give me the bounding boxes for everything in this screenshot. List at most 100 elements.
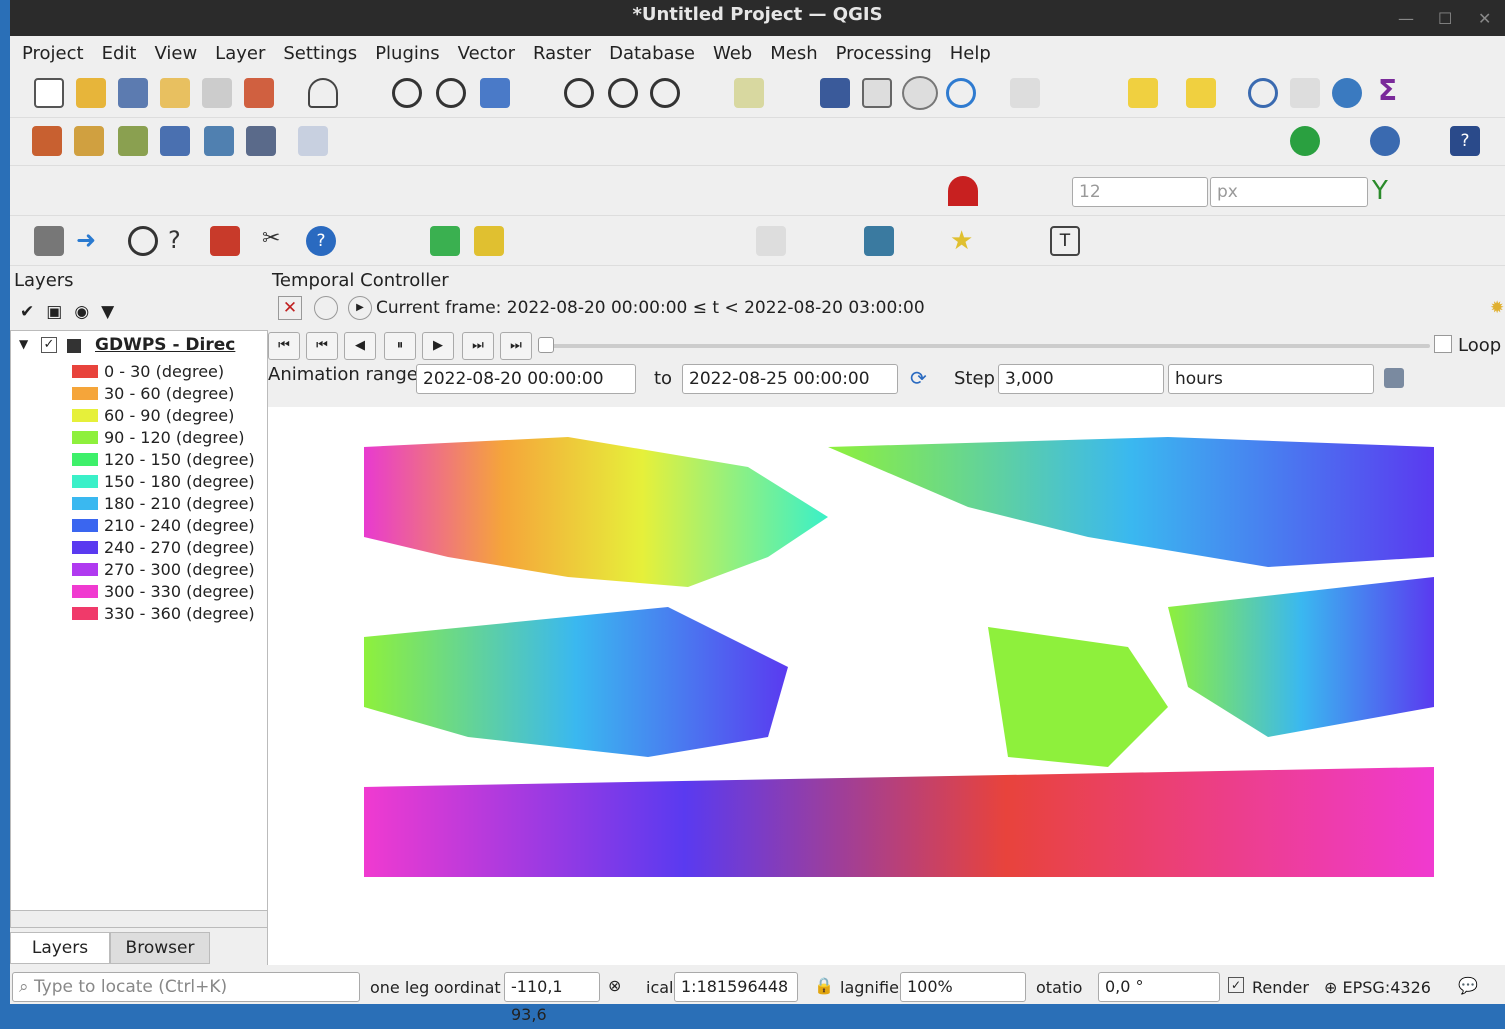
layer-visibility-checkbox[interactable]: ✓ bbox=[41, 337, 57, 353]
disable-temporal-icon[interactable]: ✕ bbox=[278, 296, 302, 320]
text-annotation-icon[interactable]: T bbox=[1050, 226, 1080, 256]
menu-raster[interactable]: Raster bbox=[533, 43, 591, 64]
menu-database[interactable]: Database bbox=[609, 43, 695, 64]
style-layer-icon[interactable]: ✔ bbox=[20, 302, 34, 328]
frame-slider-handle[interactable] bbox=[538, 337, 554, 353]
python-console-icon[interactable] bbox=[1370, 126, 1400, 156]
menu-vector[interactable]: Vector bbox=[458, 43, 515, 64]
settings-gear-icon[interactable]: ✹ bbox=[1490, 298, 1504, 318]
toggle-legend-label[interactable]: one leg bbox=[370, 978, 429, 997]
messages-icon[interactable]: 💬 bbox=[1458, 976, 1478, 995]
save-project-icon[interactable] bbox=[118, 78, 148, 108]
data-source-manager-icon[interactable] bbox=[32, 126, 62, 156]
statistics-sigma-icon[interactable]: Σ bbox=[1378, 74, 1408, 107]
menu-project[interactable]: Project bbox=[22, 43, 84, 64]
layers-horizontal-scrollbar[interactable] bbox=[10, 910, 268, 928]
help-icon[interactable]: ? bbox=[1450, 126, 1480, 156]
visibility-icon[interactable]: ◉ bbox=[74, 302, 89, 328]
export-pdf-icon[interactable] bbox=[210, 226, 240, 256]
play-forward-button[interactable]: ▶ bbox=[422, 332, 454, 360]
show-bookmarks-icon[interactable] bbox=[862, 78, 892, 108]
zoom-layer-icon[interactable] bbox=[564, 78, 594, 108]
lock-scale-icon[interactable]: 🔒 bbox=[814, 976, 834, 995]
minimize-icon[interactable]: — bbox=[1398, 4, 1414, 34]
set-range-refresh-icon[interactable]: ⟳ bbox=[910, 366, 927, 390]
zoom-last-icon[interactable] bbox=[650, 78, 680, 108]
rewind-to-start-button[interactable]: ⏮ bbox=[268, 332, 300, 360]
locator-search-input[interactable]: ⌕ Type to locate (Ctrl+K) bbox=[12, 972, 360, 1002]
crs-button[interactable]: ⊕ EPSG:4326 bbox=[1324, 978, 1431, 997]
new-mesh-layer-icon[interactable] bbox=[246, 126, 276, 156]
loop-checkbox[interactable] bbox=[1434, 335, 1452, 353]
search-icon[interactable] bbox=[128, 226, 158, 256]
next-frame-button[interactable]: ⏭ bbox=[462, 332, 494, 360]
pause-button[interactable]: ⏸ bbox=[384, 332, 416, 360]
whats-this-icon[interactable]: ? bbox=[168, 226, 198, 256]
step-unit-select[interactable]: hours bbox=[1168, 364, 1374, 394]
deselect-icon[interactable] bbox=[1186, 78, 1216, 108]
menu-settings[interactable]: Settings bbox=[283, 43, 357, 64]
new-virtual-layer-icon[interactable] bbox=[204, 126, 234, 156]
menu-mesh[interactable]: Mesh bbox=[770, 43, 817, 64]
coordinate-field[interactable]: -110,1 93,6 bbox=[504, 972, 600, 1024]
coordinate-extent-toggle-icon[interactable]: ⊗ bbox=[608, 976, 621, 995]
processing-toolbox-icon[interactable] bbox=[1332, 78, 1362, 108]
new-geopackage-icon[interactable] bbox=[74, 126, 104, 156]
snapping-magnet-icon[interactable] bbox=[948, 176, 978, 206]
play-backward-button[interactable]: ◀ bbox=[344, 332, 376, 360]
zoom-to-selection-icon[interactable] bbox=[430, 226, 460, 256]
scale-field[interactable]: 1:181596448 bbox=[674, 972, 798, 1002]
pan-icon[interactable] bbox=[308, 78, 338, 108]
open-project-icon[interactable] bbox=[76, 78, 106, 108]
step-value-input[interactable]: 3,000 bbox=[998, 364, 1164, 394]
menu-help[interactable]: Help bbox=[950, 43, 991, 64]
zoom-full-icon[interactable] bbox=[480, 78, 510, 108]
maximize-icon[interactable]: ☐ bbox=[1438, 4, 1452, 34]
label-tool-icon[interactable] bbox=[756, 226, 786, 256]
zoom-out-icon[interactable] bbox=[436, 78, 466, 108]
menu-processing[interactable]: Processing bbox=[836, 43, 932, 64]
menu-layer[interactable]: Layer bbox=[215, 43, 265, 64]
zoom-in-icon[interactable] bbox=[392, 78, 422, 108]
layout-manager-icon[interactable] bbox=[202, 78, 232, 108]
arrow-right-icon[interactable]: ➜ bbox=[76, 226, 106, 256]
animated-mode-icon[interactable]: ▶ bbox=[348, 296, 372, 320]
map-canvas[interactable] bbox=[267, 407, 1505, 965]
help-contents-icon[interactable]: ? bbox=[306, 226, 336, 256]
previous-frame-button[interactable]: ⏮ bbox=[306, 332, 338, 360]
close-icon[interactable]: ✕ bbox=[1478, 4, 1491, 34]
new-print-layout-icon[interactable] bbox=[160, 78, 190, 108]
identify-icon[interactable] bbox=[1248, 78, 1278, 108]
new-shapefile-icon[interactable] bbox=[118, 126, 148, 156]
tab-browser[interactable]: Browser bbox=[110, 932, 210, 964]
skip-to-end-button[interactable]: ⏭ bbox=[500, 332, 532, 360]
expand-icon[interactable]: ▼ bbox=[19, 337, 28, 351]
fixed-range-icon[interactable] bbox=[314, 296, 338, 320]
tab-layers[interactable]: Layers bbox=[10, 932, 110, 964]
range-from-input[interactable]: 2022-08-20 00:00:00 bbox=[416, 364, 636, 394]
rotation-field[interactable]: 0,0 ° bbox=[1098, 972, 1220, 1002]
refresh-icon[interactable] bbox=[946, 78, 976, 108]
magnifier-field[interactable]: 100% bbox=[900, 972, 1026, 1002]
new-bookmark-icon[interactable] bbox=[820, 78, 850, 108]
menu-view[interactable]: View bbox=[154, 43, 197, 64]
new-map-view-icon[interactable] bbox=[734, 78, 764, 108]
scissors-icon[interactable]: ✂ bbox=[262, 226, 292, 256]
vertex-tool-icon[interactable] bbox=[298, 126, 328, 156]
add-group-icon[interactable]: ▣ bbox=[46, 302, 62, 328]
filter-icon[interactable]: ▼ bbox=[101, 302, 114, 328]
select-by-value-icon[interactable] bbox=[1128, 78, 1158, 108]
tolerance-spinbox[interactable]: 12 bbox=[1072, 177, 1208, 207]
menu-plugins[interactable]: Plugins bbox=[375, 43, 439, 64]
zoom-native-icon[interactable] bbox=[608, 78, 638, 108]
menu-web[interactable]: Web bbox=[713, 43, 752, 64]
range-to-input[interactable]: 2022-08-25 00:00:00 bbox=[682, 364, 898, 394]
trace-icon[interactable]: Y bbox=[1372, 176, 1402, 206]
star-icon[interactable]: ★ bbox=[950, 226, 980, 256]
database-icon[interactable] bbox=[34, 226, 64, 256]
layer-name[interactable]: GDWPS - Direc bbox=[95, 335, 235, 355]
menu-edit[interactable]: Edit bbox=[102, 43, 137, 64]
select-features-icon[interactable] bbox=[1010, 78, 1040, 108]
new-scratch-layer-icon[interactable] bbox=[160, 126, 190, 156]
plugin-globe-icon[interactable] bbox=[1290, 126, 1320, 156]
